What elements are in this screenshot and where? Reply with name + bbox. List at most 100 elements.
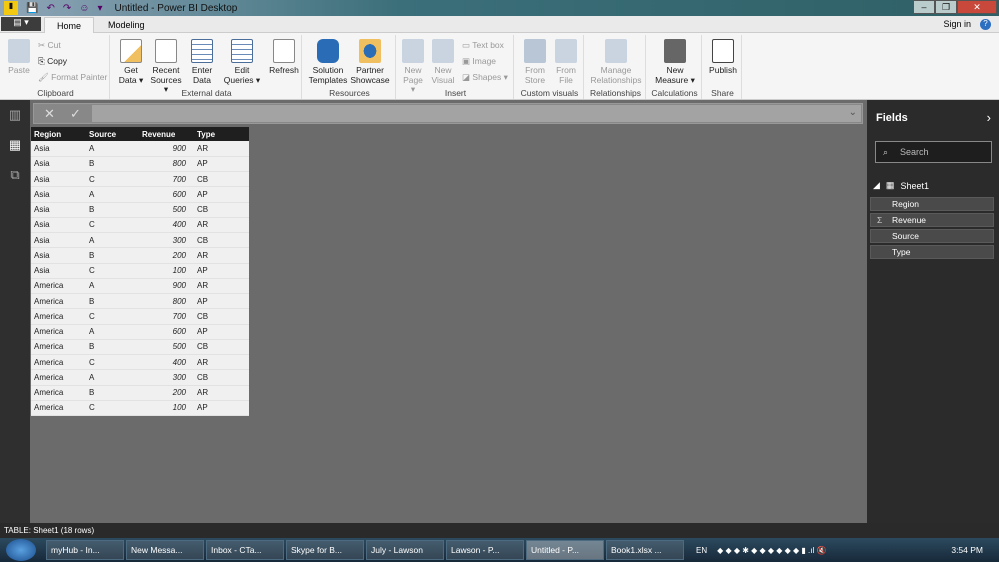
table-cell-region[interactable]: America [31, 369, 86, 386]
system-tray-icons[interactable]: ◆ ◆ ◆ ✱ ◆ ◆ ◆ ◆ ◆ ◆ ▮ .ıl 🔇 [717, 546, 826, 555]
cut-button[interactable]: ✂ Cut [38, 40, 61, 51]
table-cell-revenue[interactable]: 100 [139, 400, 194, 417]
cancel-formula-icon[interactable]: ✕ [44, 106, 55, 122]
table-cell-region[interactable]: Asia [31, 232, 86, 249]
taskbar-item[interactable]: Untitled - P... [526, 540, 604, 560]
table-cell-region[interactable]: Asia [31, 202, 86, 218]
clock[interactable]: 3:54 PM [951, 545, 983, 555]
recent-sources-button[interactable]: Recent Sources ▾ [148, 37, 184, 95]
customize-toolbar-icon[interactable]: ▾ [97, 3, 102, 14]
taskbar-item[interactable]: Inbox - CTa... [206, 540, 284, 560]
relationships-view-icon[interactable]: ⧉ [0, 160, 30, 190]
taskbar-item[interactable]: Book1.xlsx ... [606, 540, 684, 560]
solution-templates-button[interactable]: Solution Templates [307, 37, 349, 85]
table-cell-source[interactable]: A [86, 324, 139, 340]
taskbar-item[interactable]: July - Lawson [366, 540, 444, 560]
field-region[interactable]: Region [870, 197, 994, 211]
table-cell-revenue[interactable]: 600 [139, 186, 194, 203]
close-button[interactable]: ✕ [957, 0, 997, 14]
table-cell-type[interactable]: AR [194, 247, 249, 264]
table-cell-type[interactable]: CB [194, 202, 249, 218]
table-cell-type[interactable]: AR [194, 354, 249, 371]
enter-data-button[interactable]: Enter Data [187, 37, 217, 85]
report-view-icon[interactable]: ▥ [0, 100, 30, 130]
table-cell-type[interactable]: AP [194, 263, 249, 279]
taskbar-item[interactable]: Lawson - P... [446, 540, 524, 560]
table-cell-region[interactable]: Asia [31, 141, 86, 157]
field-type[interactable]: Type [870, 245, 994, 259]
table-cell-source[interactable]: B [86, 385, 139, 401]
table-cell-revenue[interactable]: 900 [139, 141, 194, 157]
column-header-revenue[interactable]: Revenue [139, 127, 194, 141]
table-cell-type[interactable]: AR [194, 217, 249, 234]
table-cell-region[interactable]: Asia [31, 186, 86, 203]
table-cell-type[interactable]: AR [194, 141, 249, 157]
image-button[interactable]: ▣ Image [462, 56, 496, 67]
get-data-button[interactable]: Get Data ▾ [116, 37, 146, 85]
from-store-button[interactable]: From Store [520, 37, 550, 85]
shapes-button[interactable]: ◪ Shapes ▾ [462, 72, 508, 83]
field-source[interactable]: Source [870, 229, 994, 243]
table-cell-region[interactable]: Asia [31, 217, 86, 234]
paste-button[interactable]: Paste [4, 37, 34, 76]
commit-formula-icon[interactable]: ✓ [70, 106, 81, 122]
smiley-feedback-icon[interactable]: ☺ [79, 3, 89, 14]
file-menu-button[interactable]: ▤ ▾ [1, 17, 41, 31]
table-cell-source[interactable]: B [86, 247, 139, 264]
table-cell-revenue[interactable]: 100 [139, 263, 194, 279]
column-header-source[interactable]: Source [86, 127, 139, 141]
table-cell-revenue[interactable]: 900 [139, 278, 194, 295]
table-cell-source[interactable]: A [86, 369, 139, 386]
tab-home[interactable]: Home [44, 17, 95, 33]
table-cell-revenue[interactable]: 600 [139, 324, 194, 340]
table-cell-type[interactable]: AP [194, 293, 249, 310]
table-cell-source[interactable]: C [86, 308, 139, 325]
publish-button[interactable]: Publish [705, 37, 741, 76]
new-visual-button[interactable]: New Visual [430, 37, 456, 85]
table-cell-type[interactable]: CB [194, 232, 249, 249]
table-cell-revenue[interactable]: 700 [139, 308, 194, 325]
table-cell-region[interactable]: America [31, 324, 86, 340]
formula-input[interactable] [92, 105, 861, 122]
table-cell-source[interactable]: C [86, 263, 139, 279]
table-cell-type[interactable]: AP [194, 186, 249, 203]
field-table-sheet1[interactable]: ◢ ▦ Sheet1 [873, 180, 929, 191]
table-cell-revenue[interactable]: 400 [139, 217, 194, 234]
table-cell-source[interactable]: A [86, 278, 139, 295]
language-indicator[interactable]: EN [696, 546, 707, 555]
table-cell-type[interactable]: AR [194, 278, 249, 295]
table-cell-source[interactable]: C [86, 217, 139, 234]
table-cell-region[interactable]: America [31, 308, 86, 325]
table-cell-revenue[interactable]: 500 [139, 202, 194, 218]
manage-relationships-button[interactable]: Manage Relationships [588, 37, 644, 85]
save-icon[interactable]: 💾 [26, 3, 38, 14]
table-cell-revenue[interactable]: 800 [139, 293, 194, 310]
table-cell-source[interactable]: A [86, 186, 139, 203]
taskbar-item[interactable]: New Messa... [126, 540, 204, 560]
table-cell-region[interactable]: America [31, 400, 86, 417]
edit-queries-button[interactable]: Edit Queries ▾ [222, 37, 262, 85]
table-cell-region[interactable]: Asia [31, 156, 86, 173]
table-cell-source[interactable]: B [86, 293, 139, 310]
table-cell-region[interactable]: Asia [31, 247, 86, 264]
table-cell-revenue[interactable]: 300 [139, 232, 194, 249]
table-cell-source[interactable]: C [86, 171, 139, 188]
new-measure-button[interactable]: New Measure ▾ [650, 37, 700, 85]
minimize-button[interactable]: – [913, 0, 935, 14]
table-cell-region[interactable]: America [31, 339, 86, 356]
taskbar-item[interactable]: myHub - In... [46, 540, 124, 560]
redo-icon[interactable]: ↷ [63, 3, 71, 14]
column-header-type[interactable]: Type [194, 127, 249, 141]
new-page-button[interactable]: New Page ▾ [400, 37, 426, 95]
table-cell-revenue[interactable]: 300 [139, 369, 194, 386]
sign-in-link[interactable]: Sign in [943, 19, 971, 29]
expand-formula-icon[interactable]: ⌄ [849, 107, 857, 118]
table-cell-type[interactable]: AP [194, 156, 249, 173]
text-box-button[interactable]: ▭ Text box [462, 40, 504, 51]
table-cell-source[interactable]: C [86, 354, 139, 371]
table-cell-region[interactable]: Asia [31, 263, 86, 279]
table-cell-region[interactable]: America [31, 354, 86, 371]
table-cell-source[interactable]: B [86, 202, 139, 218]
table-cell-type[interactable]: AP [194, 324, 249, 340]
table-cell-type[interactable]: CB [194, 171, 249, 188]
